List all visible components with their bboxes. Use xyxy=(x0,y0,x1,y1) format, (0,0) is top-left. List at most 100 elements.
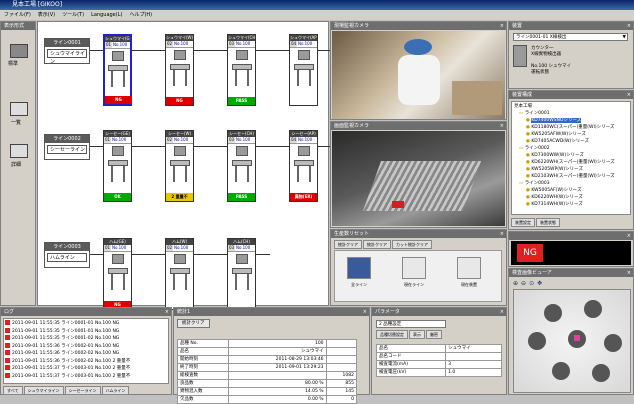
unit-number: 02 xyxy=(166,137,173,143)
menu-tool[interactable]: ツール(T) xyxy=(62,12,84,18)
tree-device-node[interactable]: ● KD7300WW(W)シリーズ xyxy=(514,152,628,159)
tree-device-node[interactable]: ● KD7400WSNOシリーズ xyxy=(514,117,628,124)
tab-device-status[interactable]: 装置状態 xyxy=(536,218,560,227)
reset-all-lines-button[interactable] xyxy=(347,257,371,279)
parameter-cell[interactable]: シュウマイ xyxy=(445,344,502,353)
line-name-field[interactable]: ハムライン xyxy=(47,253,87,262)
log-tab[interactable]: すべて xyxy=(3,386,23,395)
close-icon[interactable]: × xyxy=(627,91,631,99)
detail-view-icon[interactable] xyxy=(10,144,28,158)
log-row[interactable]: 2011-09-01 11:55:37 ライン0003-01 No.100 2 … xyxy=(5,372,167,381)
inspection-unit[interactable]: ハム(W) 02 No.100 xyxy=(165,238,194,310)
close-icon[interactable]: × xyxy=(627,22,631,30)
log-row[interactable]: 2011-09-01 11:55:35 ライン0001-02 No.100 NG xyxy=(5,335,167,343)
tree-device-node[interactable]: ● KD7314WH(W)シリーズ xyxy=(514,201,628,208)
inspection-unit[interactable]: シーセー(W) 02 No.100 2 重量不 xyxy=(165,130,194,202)
view-mode-title: 表示形式 xyxy=(1,22,35,30)
parameter-cell[interactable] xyxy=(445,352,502,361)
close-icon[interactable]: × xyxy=(165,308,169,316)
log-row[interactable]: 2011-09-01 11:55:37 ライン0003-01 No.100 2 … xyxy=(5,365,167,373)
inspection-unit[interactable]: シュウマイ(AP) 04 No.100 xyxy=(289,34,318,106)
log-row[interactable]: 2011-09-01 11:55:36 ライン0002-02 No.100 2 … xyxy=(5,357,167,366)
tree-device-node[interactable]: ● KW5205WP(W)シリーズ xyxy=(514,166,628,173)
tree-line-node[interactable]: ▭ ライン0003 xyxy=(514,180,628,187)
inspection-unit[interactable]: シュウマイ(CH) 03 No.100 PASS xyxy=(227,34,256,106)
menu-file[interactable]: ファイル(F) xyxy=(4,12,31,18)
line-header-box[interactable]: ライン0003 ハムライン xyxy=(44,242,90,268)
log-row[interactable]: 2011-09-01 11:55:36 ライン0002-01 No.100 NG xyxy=(5,342,167,351)
menu-help[interactable]: ヘルプ(H) xyxy=(129,12,152,18)
tree-label: KD7314WH(W)シリーズ xyxy=(531,202,583,207)
list-view-icon[interactable] xyxy=(10,102,28,116)
close-icon[interactable]: × xyxy=(500,230,504,238)
tab-product-switch[interactable]: 品種切替設定 xyxy=(376,330,408,339)
tree-device-node[interactable]: ● KD2103WH(スーパー)重量(WI)シリーズ xyxy=(514,173,628,180)
log-tab[interactable]: シュウマイライン xyxy=(23,386,64,395)
tree-device-node[interactable]: ● KD6220WH(W)シリーズ xyxy=(514,194,628,201)
line-header-box[interactable]: ライン0001 シュウマイライン xyxy=(44,38,90,65)
device-tree[interactable]: 見本工場 ▭ ライン0001 ● KD7400WSNOシリーズ ● KD1180WC(… xyxy=(511,101,631,215)
line-header-label: ライン0002 xyxy=(45,135,89,143)
product-setting-select[interactable]: 2 品種設定 xyxy=(376,320,446,328)
fit-icon[interactable]: ⊙ xyxy=(529,280,537,287)
tab-device-settings[interactable]: 装置設定 xyxy=(511,218,535,227)
reset-current-line-button[interactable] xyxy=(402,257,426,279)
machine-leg xyxy=(246,70,249,86)
close-icon[interactable]: × xyxy=(500,122,504,130)
tree-root[interactable]: 見本工場 xyxy=(514,103,628,110)
line-name-field[interactable]: シュウマイライン xyxy=(47,49,87,65)
menu-view[interactable]: 表示(V) xyxy=(38,12,55,18)
window-title-bar: 見本工場 [GIKOO] xyxy=(0,0,634,10)
tree-device-node[interactable]: ● KW5205AFW(W)シリーズ xyxy=(514,131,628,138)
tab-stats-clear[interactable]: 統計クリア xyxy=(334,240,362,249)
tree-device-node[interactable]: ● KW5005AF(W)シリーズ xyxy=(514,187,628,194)
unit-product: 03 No.100 xyxy=(228,41,255,48)
tab-stats-clear-2[interactable]: 統計クリア xyxy=(363,240,391,249)
inspection-unit[interactable]: シーセー(AP) 04 No.100 異物(ER) xyxy=(289,130,318,202)
menu-language[interactable]: Language(L) xyxy=(91,12,122,18)
device-select[interactable]: ライン0001-01 X線検出 ▼ xyxy=(513,33,628,41)
close-icon[interactable]: × xyxy=(363,308,367,316)
tree-line-node[interactable]: ▭ ライン0001 xyxy=(514,110,628,117)
close-icon[interactable]: × xyxy=(500,22,504,30)
stats-clear-button[interactable]: 統計クリア xyxy=(177,319,210,328)
close-icon[interactable]: × xyxy=(627,232,631,240)
unit-product: 03 No.100 xyxy=(228,245,255,252)
tab-display[interactable]: 表示 xyxy=(409,330,425,339)
inspection-unit[interactable]: シュウマイ(GE)01No.100NG xyxy=(103,34,132,106)
pan-icon[interactable]: ✥ xyxy=(537,280,545,287)
tree-device-node[interactable]: ● KD6220WH(スーパー)重量(WI)シリーズ xyxy=(514,159,628,166)
zoom-in-icon[interactable]: ⊕ xyxy=(513,280,521,287)
inspection-unit[interactable]: シュウマイ(W) 02 No.100 NG xyxy=(165,34,194,106)
close-icon[interactable]: × xyxy=(500,308,504,316)
parameter-cell[interactable]: 3 xyxy=(445,360,502,369)
machine-head xyxy=(111,51,124,61)
unit-product-no: No.100 xyxy=(174,245,189,250)
close-icon[interactable]: × xyxy=(627,269,631,277)
standard-view-icon[interactable] xyxy=(10,44,28,58)
tree-device-node[interactable]: ● KD1180WC(スーパー)重量(WI)シリーズ xyxy=(514,124,628,131)
log-tab[interactable]: シーセーライン xyxy=(64,386,101,395)
tab-cut-stats-clear[interactable]: カット統計クリア xyxy=(392,240,432,249)
inspection-unit[interactable]: シーセー(CH) 03 No.100 PASS xyxy=(227,130,256,202)
tree-line-node[interactable]: ▭ ライン0002 xyxy=(514,145,628,152)
reset-current-device-label: 現在装置 xyxy=(461,282,477,287)
reset-current-device-button[interactable] xyxy=(457,257,481,279)
inspection-unit[interactable]: ハム(CH) 03 No.100 xyxy=(227,238,256,310)
tree-label: KD1180WC(スーパー)重量(WI)シリーズ xyxy=(531,125,615,130)
line-header-box[interactable]: ライン0002 シーセーライン xyxy=(44,134,90,160)
inspection-unit[interactable]: シーセー(GE) 01 No.100 OK xyxy=(103,130,132,202)
inspection-unit[interactable]: ハム(GE) 01 No.100 NG xyxy=(103,238,132,310)
device-info-title: 装置 xyxy=(512,23,523,29)
tab-strict[interactable]: 厳密 xyxy=(426,330,442,339)
zoom-out-icon[interactable]: ⊖ xyxy=(521,280,529,287)
tree-device-node[interactable]: ● KD7405ACWD(W)シリーズ xyxy=(514,138,628,145)
log-tab[interactable]: ハムライン xyxy=(101,386,130,395)
log-row[interactable]: 2011-09-01 11:55:35 ライン0001-01 No.100 NG xyxy=(5,320,167,328)
line-name-field[interactable]: シーセーライン xyxy=(47,145,87,154)
log-row[interactable]: 2011-09-01 11:55:36 ライン0002-02 No.100 NG xyxy=(5,350,167,358)
log-list[interactable]: 2011-09-01 11:55:35 ライン0001-01 No.100 NG… xyxy=(3,318,169,384)
log-row[interactable]: 2011-09-01 11:55:35 ライン0001-01 No.100 NG xyxy=(5,327,167,336)
parameter-cell[interactable]: 1.0 xyxy=(445,368,502,377)
machine-head xyxy=(235,146,248,156)
